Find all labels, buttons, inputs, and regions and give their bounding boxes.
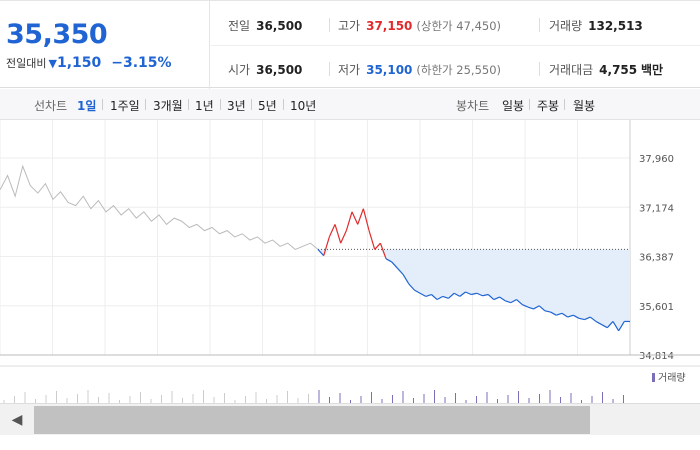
today-line-segment <box>323 236 330 256</box>
down-triangle-icon: ▼ <box>48 57 57 70</box>
candle-daily[interactable]: 일봉 <box>502 97 524 114</box>
stat-label: 거래량 <box>549 19 583 33</box>
change-row: 전일대비 ▼1,150 −3.15% <box>6 55 172 71</box>
stat-amount: 거래대금 4,755 백만 <box>549 61 663 78</box>
quote-summary: 35,350 전일대비 ▼1,150 −3.15% 전일 36,500 고가 37,15… <box>0 0 700 89</box>
today-line-segment <box>362 208 370 231</box>
chart-svg: 37,960 37,174 36,387 35,601 34,814 거래량 <box>0 120 700 403</box>
stat-value: 36,500 <box>256 63 303 77</box>
scroll-left-arrow-icon[interactable]: ◀ <box>0 404 34 436</box>
candle-weekly[interactable]: 주봉 <box>537 97 559 114</box>
today-line-segment <box>334 224 342 244</box>
stat-value: 4,755 <box>599 63 638 77</box>
today-line-segment <box>374 242 381 250</box>
period-1d[interactable]: 1일 <box>77 97 96 114</box>
stat-prev-close: 전일 36,500 <box>228 17 302 34</box>
below-reference-fill <box>318 249 630 331</box>
today-line-segment <box>368 230 376 250</box>
today-line-segment <box>351 211 359 225</box>
price-box: 35,350 전일대비 ▼1,150 −3.15% <box>0 1 210 89</box>
divider <box>329 62 330 76</box>
stat-value: 37,150 <box>366 19 413 33</box>
period-1w[interactable]: 1주일 <box>110 97 140 114</box>
y-tick-label: 37,960 <box>639 154 674 165</box>
stat-label: 고가 <box>338 19 361 33</box>
stat-unit: 백만 <box>640 63 664 77</box>
divider <box>145 99 146 110</box>
period-3y[interactable]: 3년 <box>227 97 246 114</box>
change-percent: −3.15% <box>111 55 172 71</box>
stat-label: 시가 <box>228 63 251 77</box>
y-tick-label: 34,814 <box>639 351 674 362</box>
volume-legend-label: 거래량 <box>658 372 686 384</box>
divider <box>251 99 252 110</box>
period-10y[interactable]: 10년 <box>290 97 316 114</box>
stat-high: 고가 37,150 (상한가 47,450) <box>338 17 501 34</box>
stat-label: 전일 <box>228 19 251 33</box>
stat-open: 시가 36,500 <box>228 61 302 78</box>
today-line-segment <box>345 211 353 231</box>
divider <box>539 18 540 32</box>
current-price: 35,350 <box>6 19 108 50</box>
period-3m[interactable]: 3개월 <box>153 97 183 114</box>
period-5y[interactable]: 5년 <box>258 97 277 114</box>
divider <box>529 99 530 110</box>
stat-value: 36,500 <box>256 19 303 33</box>
candle-chart-label: 봉차트 <box>456 99 490 113</box>
change-amount: 1,150 <box>56 55 102 71</box>
stat-label: 거래대금 <box>549 63 594 77</box>
lower-limit: (하한가 25,550) <box>416 63 502 77</box>
divider <box>564 99 565 110</box>
today-line-segment <box>328 224 336 238</box>
today-line-segment <box>340 230 347 244</box>
stat-low: 저가 35,100 (하한가 25,550) <box>338 61 501 78</box>
period-1y[interactable]: 1년 <box>195 97 214 114</box>
previous-day-line <box>0 164 319 251</box>
divider <box>329 18 330 32</box>
period-bar: 선차트 1일 1주일 3개월 1년 3년 5년 10년 봉차트 일봉 주봉 월봉 <box>0 89 700 120</box>
price-chart: 37,960 37,174 36,387 35,601 34,814 거래량 <box>0 120 700 403</box>
stat-volume: 거래량 132,513 <box>549 17 643 34</box>
stat-value: 132,513 <box>588 19 643 33</box>
stat-value: 35,100 <box>366 63 413 77</box>
divider <box>188 99 189 110</box>
candle-monthly[interactable]: 월봉 <box>573 97 595 114</box>
y-tick-label: 37,174 <box>639 203 674 214</box>
divider <box>539 62 540 76</box>
summary-row-divider <box>211 45 700 46</box>
today-line-segment <box>357 208 364 225</box>
divider <box>102 99 103 110</box>
divider <box>283 99 284 110</box>
stat-label: 저가 <box>338 63 361 77</box>
scroll-thumb[interactable] <box>34 406 590 434</box>
chart-scrollbar[interactable]: ◀ <box>0 403 700 435</box>
y-tick-label: 36,387 <box>639 253 674 264</box>
volume-legend-swatch <box>652 373 655 382</box>
y-tick-label: 35,601 <box>639 302 674 313</box>
line-chart-label: 선차트 <box>34 99 68 113</box>
change-label: 전일대비 <box>6 57 47 70</box>
divider <box>220 99 221 110</box>
upper-limit: (상한가 47,450) <box>416 19 502 33</box>
stock-chart-widget: 35,350 전일대비 ▼1,150 −3.15% 전일 36,500 고가 37,15… <box>0 0 700 450</box>
